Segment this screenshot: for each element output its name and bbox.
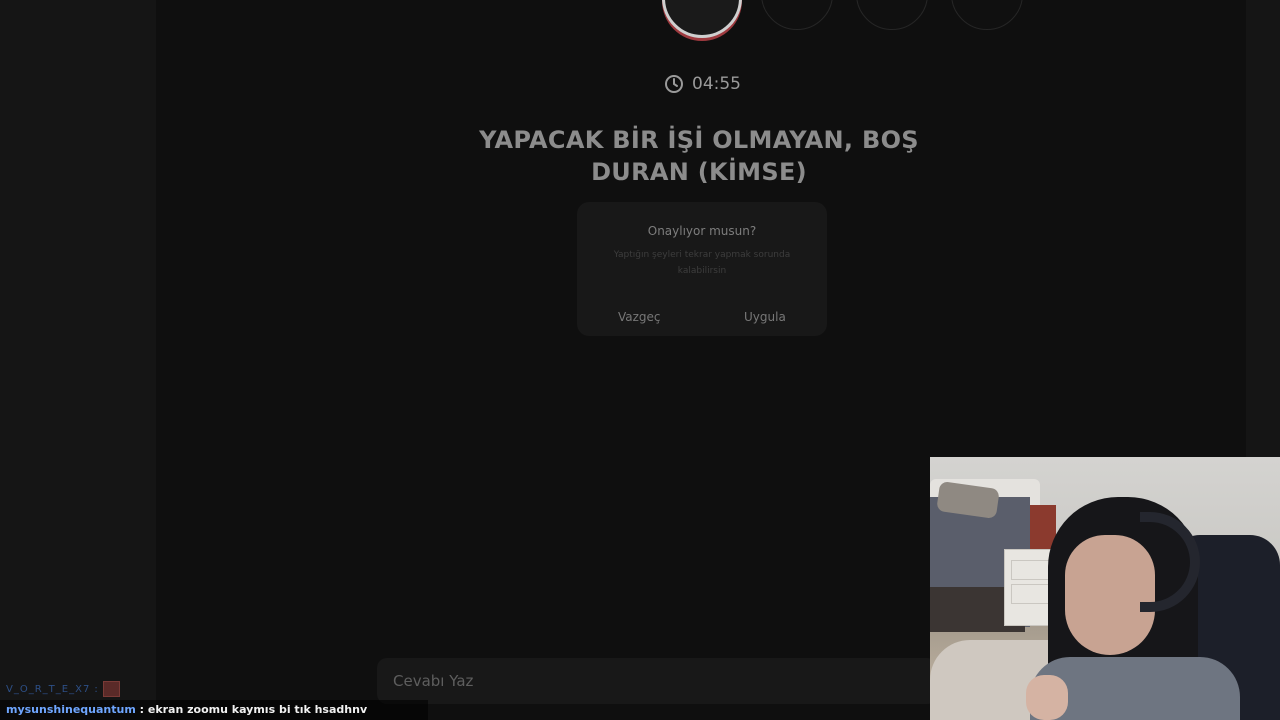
chat-message: mysunshinequantum : ekran zoomu kaymıs b… [0, 700, 428, 720]
left-panel [0, 0, 156, 720]
answer-box [377, 658, 937, 704]
answer-input[interactable] [391, 671, 923, 691]
confirm-dialog: Onaylıyor musun? Yaptığın şeyleri tekrar… [577, 202, 827, 336]
emote-icon [102, 681, 120, 697]
dialog-body: Yaptığın şeyleri tekrar yapmak sorunda k… [613, 250, 791, 276]
cancel-button[interactable]: Vazgeç [618, 310, 661, 324]
clock-icon [665, 75, 683, 93]
screen: ★ • • + 04:55 YAPACAK BİR İŞİ OLMAYAN, B… [0, 0, 1280, 720]
timer-value: 04:55 [692, 74, 741, 94]
dialog-title: Onaylıyor musun? [647, 224, 757, 238]
chat-username: mysunshinequantum [6, 703, 136, 716]
webcam-overlay [930, 457, 1280, 720]
apply-button[interactable]: Uygula [744, 310, 786, 324]
chat-message: V_O_R_T_E_X7 : [6, 681, 120, 697]
chat-username: V_O_R_T_E_X7 [6, 683, 91, 695]
timer: 04:55 [664, 74, 741, 94]
question-text: YAPACAK BİR İŞİ OLMAYAN, BOŞ DURAN (KİMS… [479, 126, 919, 186]
chat-separator: : [94, 683, 99, 695]
chat-text: : ekran zoomu kaymıs bi tık hsadhnv [135, 703, 368, 716]
